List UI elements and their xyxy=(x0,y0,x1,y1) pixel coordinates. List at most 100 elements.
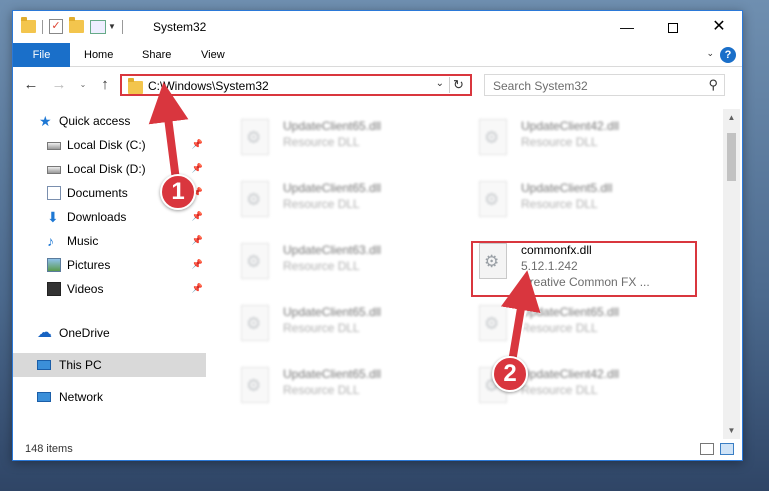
drive-icon xyxy=(47,166,61,174)
pin-icon: 📌 xyxy=(191,139,203,149)
large-icons-view-icon[interactable] xyxy=(720,443,734,455)
film-icon xyxy=(47,282,61,296)
download-arrow-icon: ⬇ xyxy=(47,209,59,225)
file-description: Resource DLL xyxy=(283,135,360,149)
quick-access-toolbar: ✓ ▼ xyxy=(21,17,129,34)
file-description: Resource DLL xyxy=(283,259,360,273)
up-button[interactable]: ↑ xyxy=(95,75,115,95)
explorer-window: ✓ ▼ System32 — ✕ File Home Share View ⌄ … xyxy=(12,10,743,461)
file-highlight-box xyxy=(471,241,697,297)
forward-button[interactable]: → xyxy=(49,75,69,95)
file-name: UpdateClient42.dll xyxy=(521,119,620,133)
file-description: Resource DLL xyxy=(521,197,598,211)
monitor-icon xyxy=(37,360,51,370)
expand-ribbon-icon[interactable]: ⌄ xyxy=(706,48,714,59)
file-name: UpdateClient63.dll xyxy=(283,243,382,257)
file-description: Resource DLL xyxy=(521,383,598,397)
file-tile[interactable]: UpdateClient65.dll Resource DLL xyxy=(473,299,699,355)
recent-locations-button[interactable]: ⌄ xyxy=(73,75,93,95)
status-bar: 148 items xyxy=(13,439,742,460)
details-view-icon[interactable] xyxy=(700,443,714,455)
step-1-badge: 1 xyxy=(160,174,196,210)
sidebar-item-music[interactable]: ♪ Music 📌 xyxy=(13,229,206,253)
sidebar-item-quick-access[interactable]: ★ Quick access xyxy=(13,109,206,133)
tab-home[interactable]: Home xyxy=(71,43,126,67)
file-name: UpdateClient65.dll xyxy=(521,305,620,319)
close-button[interactable]: ✕ xyxy=(696,11,742,43)
sidebar-item-label: This PC xyxy=(59,358,102,372)
dll-file-icon xyxy=(479,181,507,217)
tab-share[interactable]: Share xyxy=(129,43,184,67)
address-path[interactable]: C:\Windows\System32 xyxy=(148,79,269,93)
refresh-button[interactable]: ↻ xyxy=(449,77,467,93)
sidebar-item-label: Pictures xyxy=(67,258,111,272)
file-tile[interactable]: UpdateClient65.dll Resource DLL xyxy=(235,113,461,169)
search-icon[interactable]: ⚲ xyxy=(708,77,718,93)
sidebar-item-label: Local Disk (D:) xyxy=(67,162,146,176)
pin-icon: 📌 xyxy=(191,163,203,173)
pin-icon: 📌 xyxy=(191,211,203,221)
address-dropdown-icon[interactable]: ⌄ xyxy=(436,78,444,89)
step-2-badge: 2 xyxy=(492,356,528,392)
dll-file-icon xyxy=(479,305,507,341)
toolbar-divider xyxy=(42,19,43,34)
file-list: UpdateClient65.dll Resource DLL UpdateCl… xyxy=(211,109,723,439)
sidebar-item-label: Downloads xyxy=(67,210,127,224)
file-tile[interactable]: UpdateClient5.dll Resource DLL xyxy=(473,175,699,231)
file-tile[interactable]: UpdateClient65.dll Resource DLL xyxy=(235,175,461,231)
pictures-icon xyxy=(47,258,61,272)
file-name: UpdateClient65.dll xyxy=(283,305,382,319)
sidebar-item-label: Music xyxy=(67,234,99,248)
dll-file-icon xyxy=(241,243,269,279)
ribbon-tabs: File Home Share View ⌄ ? xyxy=(13,43,742,67)
drive-icon xyxy=(47,142,61,150)
properties-check-icon[interactable]: ✓ xyxy=(49,19,63,34)
minimize-button[interactable]: — xyxy=(604,11,650,43)
pin-icon: 📌 xyxy=(191,283,203,293)
file-description: Resource DLL xyxy=(283,321,360,335)
file-tile[interactable]: UpdateClient65.dll Resource DLL xyxy=(235,361,461,417)
folder-icon xyxy=(21,17,36,33)
sidebar-item-videos[interactable]: Videos 📌 xyxy=(13,277,206,301)
star-icon: ★ xyxy=(39,113,52,129)
sidebar-item-network[interactable]: Network xyxy=(13,385,206,409)
sidebar-item-label: OneDrive xyxy=(59,326,110,340)
dll-file-icon xyxy=(241,367,269,403)
tab-view[interactable]: View xyxy=(188,43,238,67)
sidebar-item-label: Videos xyxy=(67,282,104,296)
item-count: 148 items xyxy=(25,443,73,455)
file-description: Resource DLL xyxy=(521,135,598,149)
sidebar-item-onedrive[interactable]: ☁ OneDrive xyxy=(13,321,206,345)
sidebar-item-this-pc[interactable]: This PC xyxy=(13,353,206,377)
tab-file[interactable]: File xyxy=(13,43,70,67)
address-bar[interactable]: C:\Windows\System32 ⌄ ↻ xyxy=(120,74,472,96)
address-row: ← → ⌄ ↑ C:\Windows\System32 ⌄ ↻ Search S… xyxy=(13,69,742,101)
back-button[interactable]: ← xyxy=(21,75,41,95)
folder-icon xyxy=(128,78,143,94)
help-icon[interactable]: ? xyxy=(720,47,736,63)
scroll-up-arrow-icon[interactable]: ▲ xyxy=(723,109,740,126)
sidebar-item-label: Local Disk (C:) xyxy=(67,138,146,152)
scrollbar-thumb[interactable] xyxy=(727,133,736,181)
maximize-button[interactable] xyxy=(650,11,696,43)
file-tile[interactable]: UpdateClient63.dll Resource DLL xyxy=(235,237,461,293)
title-bar: ✓ ▼ System32 — ✕ xyxy=(13,11,742,43)
network-icon xyxy=(37,392,51,402)
file-tile[interactable]: UpdateClient65.dll Resource DLL xyxy=(235,299,461,355)
scroll-down-arrow-icon[interactable]: ▼ xyxy=(723,422,740,439)
new-folder-icon[interactable] xyxy=(69,17,84,33)
dll-file-icon xyxy=(241,305,269,341)
pin-icon: 📌 xyxy=(191,259,203,269)
file-name: UpdateClient65.dll xyxy=(283,367,382,381)
sidebar-item-local-disk-c[interactable]: Local Disk (C:) 📌 xyxy=(13,133,206,157)
vertical-scrollbar[interactable]: ▲ ▼ xyxy=(723,109,740,439)
chevron-down-icon[interactable]: ▼ xyxy=(108,22,116,31)
file-tile[interactable]: UpdateClient42.dll Resource DLL xyxy=(473,113,699,169)
cloud-icon: ☁ xyxy=(37,324,52,341)
search-input[interactable]: Search System32 ⚲ xyxy=(484,74,725,96)
toolbar-divider xyxy=(121,19,123,34)
sidebar-item-pictures[interactable]: Pictures 📌 xyxy=(13,253,206,277)
customize-icon[interactable] xyxy=(90,19,106,34)
sidebar-item-label: Network xyxy=(59,390,104,404)
maximize-icon xyxy=(668,23,678,34)
